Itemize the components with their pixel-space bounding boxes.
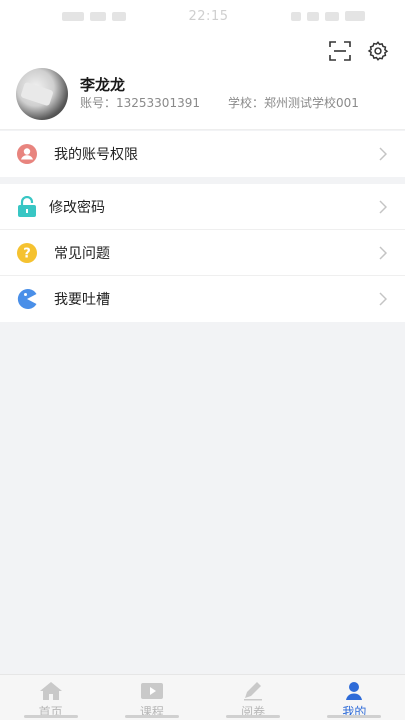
scan-icon[interactable]	[327, 38, 353, 64]
user-account: 账号：13253301391	[80, 96, 200, 110]
status-left-icons	[62, 11, 126, 21]
chevron-right-icon	[377, 291, 389, 307]
person-icon	[341, 681, 367, 701]
status-bar: 22:15	[0, 0, 405, 32]
profile-actions	[327, 38, 391, 64]
chevron-right-icon	[377, 199, 389, 215]
menu-group-account: 我的账号权限	[0, 131, 405, 177]
bottom-tab-bar: 首页 课程 阅卷 我的	[0, 674, 405, 720]
user-school: 学校：郑州测试学校001	[228, 96, 359, 110]
nfc-icon	[291, 11, 301, 21]
wifi-signal-icon	[325, 11, 339, 21]
user-name: 李龙龙	[80, 76, 126, 94]
lock-icon	[16, 195, 38, 218]
tab-underline	[226, 715, 281, 718]
tab-mine[interactable]: 我的	[304, 675, 405, 720]
menu-item-faq[interactable]: ? 常见问题	[0, 230, 405, 276]
battery-icon	[345, 11, 365, 21]
tab-course[interactable]: 课程	[101, 675, 202, 720]
tab-grading[interactable]: 阅卷	[203, 675, 304, 720]
question-icon: ?	[16, 242, 38, 264]
avatar[interactable]	[16, 68, 68, 120]
signal-icon	[62, 11, 84, 21]
pencil-icon	[240, 681, 266, 701]
menu-item-feedback[interactable]: 我要吐槽	[0, 276, 405, 322]
home-icon	[38, 681, 64, 701]
pacman-icon	[16, 288, 38, 310]
profile-card: 李龙龙 账号：13253301391 学校：郑州测试学校001	[0, 32, 405, 130]
settings-gear-icon[interactable]	[365, 38, 391, 64]
alarm-icon	[307, 11, 319, 21]
tab-home[interactable]: 首页	[0, 675, 101, 720]
status-time: 22:15	[188, 8, 229, 24]
tab-underline	[327, 715, 382, 718]
menu-item-label: 常见问题	[54, 245, 110, 262]
tab-underline	[23, 715, 78, 718]
notification-icon	[112, 11, 126, 21]
svg-text:?: ?	[23, 246, 31, 261]
menu-group-settings: 修改密码 ? 常见问题 我要吐槽	[0, 184, 405, 322]
menu-item-account-permissions[interactable]: 我的账号权限	[0, 131, 405, 177]
status-right-icons	[291, 11, 365, 21]
wifi-icon	[90, 11, 106, 21]
video-icon	[139, 681, 165, 701]
menu-item-change-password[interactable]: 修改密码	[0, 184, 405, 230]
chevron-right-icon	[377, 146, 389, 162]
tab-underline	[124, 715, 179, 718]
user-icon	[16, 143, 38, 165]
chevron-right-icon	[377, 245, 389, 261]
menu-item-label: 我要吐槽	[54, 292, 110, 308]
menu-item-label: 我的账号权限	[54, 147, 138, 163]
menu-item-label: 修改密码	[49, 199, 105, 216]
